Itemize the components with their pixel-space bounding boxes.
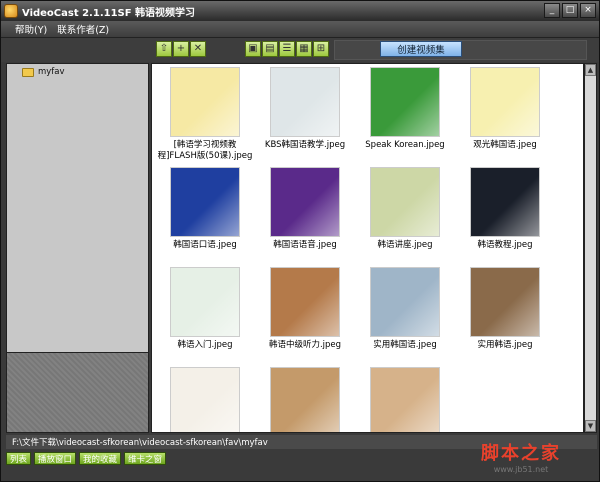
create-video-set-button[interactable]: 创建视频集 (380, 41, 462, 57)
video-thumbnail[interactable] (470, 167, 540, 237)
video-thumbnail-label: 实用韩国语.jpeg (373, 340, 437, 350)
delete-icon[interactable]: ✕ (190, 41, 206, 57)
video-thumbnail[interactable] (270, 67, 340, 137)
tree-item-myfav[interactable]: myfav (22, 67, 65, 77)
video-thumbnail[interactable] (270, 267, 340, 337)
video-thumbnail-label: 实用韩语.jpeg (477, 340, 533, 350)
watermark-title: 脚本之家 (481, 443, 561, 464)
video-thumbnail[interactable] (170, 167, 240, 237)
video-thumbnail-label: [韩语学习视频教程]FLASH版(50课).jpeg (157, 140, 253, 161)
minimize-button[interactable]: _ (544, 3, 560, 18)
view-list-icon[interactable]: ☰ (279, 41, 295, 57)
app-window: VideoCast 2.1.11SF 韩语视频学习 _ □ × 帮助(Y) 联系… (0, 0, 600, 482)
video-thumbnail[interactable] (270, 167, 340, 237)
player-window-button[interactable]: 播放窗口 (34, 452, 77, 465)
video-thumbnail[interactable] (470, 267, 540, 337)
video-thumbnail-label: KBS韩国语教学.jpeg (264, 140, 346, 150)
view-grid-icon[interactable]: ⊞ (313, 41, 329, 57)
video-thumbnail-label: 韩语入门.jpeg (177, 340, 233, 350)
view-details-icon[interactable]: ▦ (296, 41, 312, 57)
video-thumbnail[interactable] (370, 167, 440, 237)
folder-up-icon[interactable]: ⇧ (156, 41, 172, 57)
vertical-scrollbar[interactable]: ▲ ▼ (584, 63, 597, 433)
watermark-url: www.jb51.net (493, 465, 549, 474)
scroll-up-arrow-icon[interactable]: ▲ (585, 64, 596, 76)
maximize-button[interactable]: □ (562, 3, 578, 18)
video-thumbnail[interactable] (370, 267, 440, 337)
video-thumbnail[interactable] (470, 67, 540, 137)
menu-bar: 帮助(Y) 联系作者(Z) (1, 21, 599, 38)
app-icon (4, 4, 18, 18)
video-thumbnail[interactable] (170, 367, 240, 432)
weika-window-button[interactable]: 维卡之窗 (124, 452, 167, 465)
video-thumbnail[interactable] (370, 67, 440, 137)
my-favorites-button[interactable]: 我的收藏 (79, 452, 122, 465)
video-thumbnail-label: 韩语教程.jpeg (477, 240, 533, 250)
video-thumbnail-label: 韩国语口语.jpeg (173, 240, 237, 250)
video-thumbnail[interactable] (170, 67, 240, 137)
menu-help[interactable]: 帮助(Y) (15, 22, 47, 36)
video-thumbnail-label: 韩语中级听力.jpeg (268, 340, 342, 350)
menu-contact-author[interactable]: 联系作者(Z) (57, 22, 109, 36)
toolbar: ⇧ + ✕ ▣ ▤ ☰ ▦ ⊞ 创建视频集 (1, 38, 599, 62)
folder-icon (22, 67, 34, 77)
video-thumbnail-label: 韩国语语音.jpeg (273, 240, 337, 250)
video-thumbnail-label: Speak Korean.jpeg (365, 140, 445, 150)
tree-item-label: myfav (38, 67, 65, 77)
video-thumbnail[interactable] (270, 367, 340, 432)
view-large-icon[interactable]: ▣ (245, 41, 261, 57)
title-bar[interactable]: VideoCast 2.1.11SF 韩语视频学习 _ □ × (1, 1, 599, 21)
close-button[interactable]: × (580, 3, 596, 18)
video-thumbnail-label: 观光韩国语.jpeg (473, 140, 537, 150)
video-thumbnail[interactable] (370, 367, 440, 432)
new-folder-icon[interactable]: + (173, 41, 189, 57)
video-thumbnail-label: 韩语讲座.jpeg (377, 240, 433, 250)
folder-tree: myfav (6, 63, 149, 353)
thumbnail-grid: [韩语学习视频教程]FLASH版(50课).jpeg KBS韩国语教学.jpeg S… (151, 63, 584, 433)
video-thumbnail[interactable] (170, 267, 240, 337)
sidebar-preview-pane (6, 353, 149, 433)
list-tab-button[interactable]: 列表 (6, 452, 32, 465)
scroll-down-arrow-icon[interactable]: ▼ (585, 420, 596, 432)
window-title: VideoCast 2.1.11SF 韩语视频学习 (22, 7, 196, 19)
view-medium-icon[interactable]: ▤ (262, 41, 278, 57)
watermark-logo: 脚本之家 www.jb51.net (481, 439, 561, 474)
